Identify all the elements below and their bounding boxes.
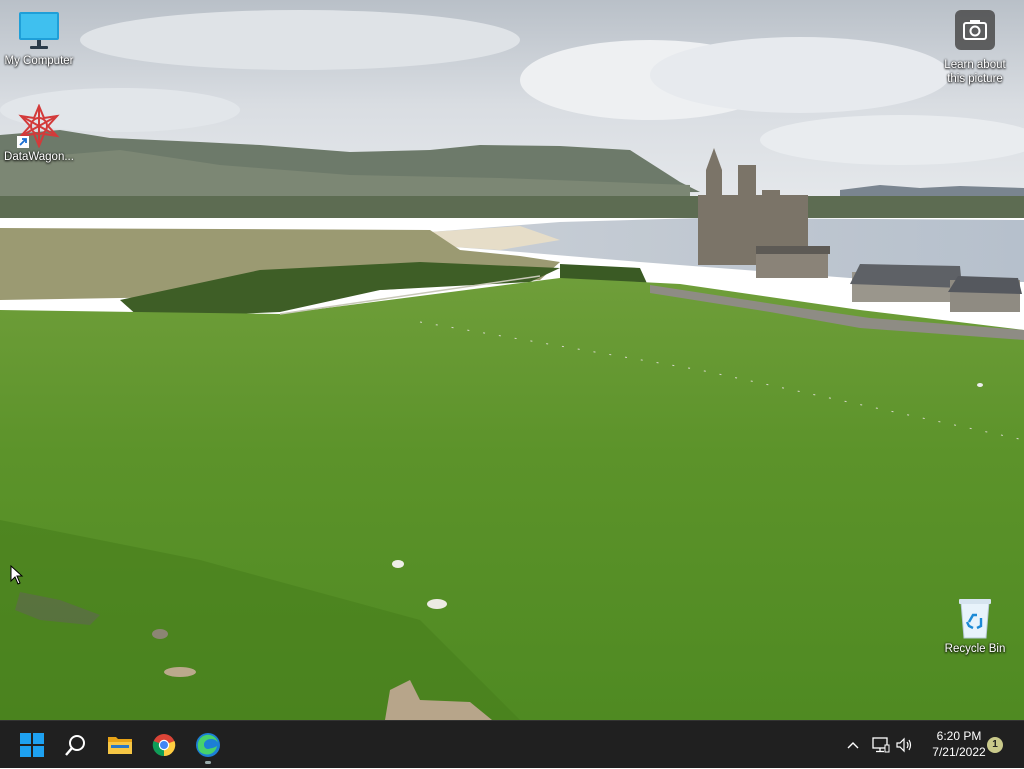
speaker-icon [896, 737, 912, 753]
recycle-bin-desktop-icon[interactable]: Recycle Bin [936, 596, 1014, 656]
notification-badge[interactable]: 1 [987, 737, 1003, 753]
volume-button[interactable] [894, 733, 916, 757]
network-button[interactable] [870, 733, 892, 757]
edge-button[interactable] [188, 725, 228, 765]
edge-running-indicator [205, 761, 211, 764]
learn-about-picture-desktop-icon[interactable]: Learn about this picture [936, 8, 1014, 86]
recycle-bin-icon [953, 596, 997, 640]
start-button[interactable] [12, 725, 52, 765]
search-icon [65, 735, 85, 756]
camera-icon [953, 8, 997, 52]
desktop-wallpaper [0, 0, 1024, 720]
datawagon-icon [17, 103, 61, 149]
learn-about-label-line2: this picture [947, 73, 1003, 85]
network-icon [872, 737, 890, 753]
windows-logo-icon [20, 733, 44, 757]
search-button[interactable] [56, 725, 96, 765]
file-explorer-button[interactable] [100, 725, 140, 765]
mouse-pointer-icon [10, 565, 24, 585]
chrome-icon [152, 734, 176, 757]
learn-about-label-line1: Learn about [944, 59, 1006, 71]
taskbar: 6:20 PM 7/21/2022 1 [0, 720, 1024, 768]
my-computer-desktop-icon[interactable]: My Computer [0, 8, 78, 68]
monitor-icon [17, 8, 61, 52]
my-computer-label: My Computer [4, 55, 74, 67]
chrome-button[interactable] [144, 725, 184, 765]
recycle-bin-label: Recycle Bin [944, 643, 1006, 655]
folder-icon [108, 737, 132, 754]
show-hidden-icons-button[interactable] [842, 733, 864, 757]
edge-icon [196, 733, 220, 757]
clock-time: 6:20 PM [936, 729, 982, 743]
datawagon-label: DataWagon... [4, 151, 74, 163]
chevron-up-icon [847, 742, 859, 749]
datawagon-desktop-icon[interactable]: DataWagon... [0, 103, 78, 164]
